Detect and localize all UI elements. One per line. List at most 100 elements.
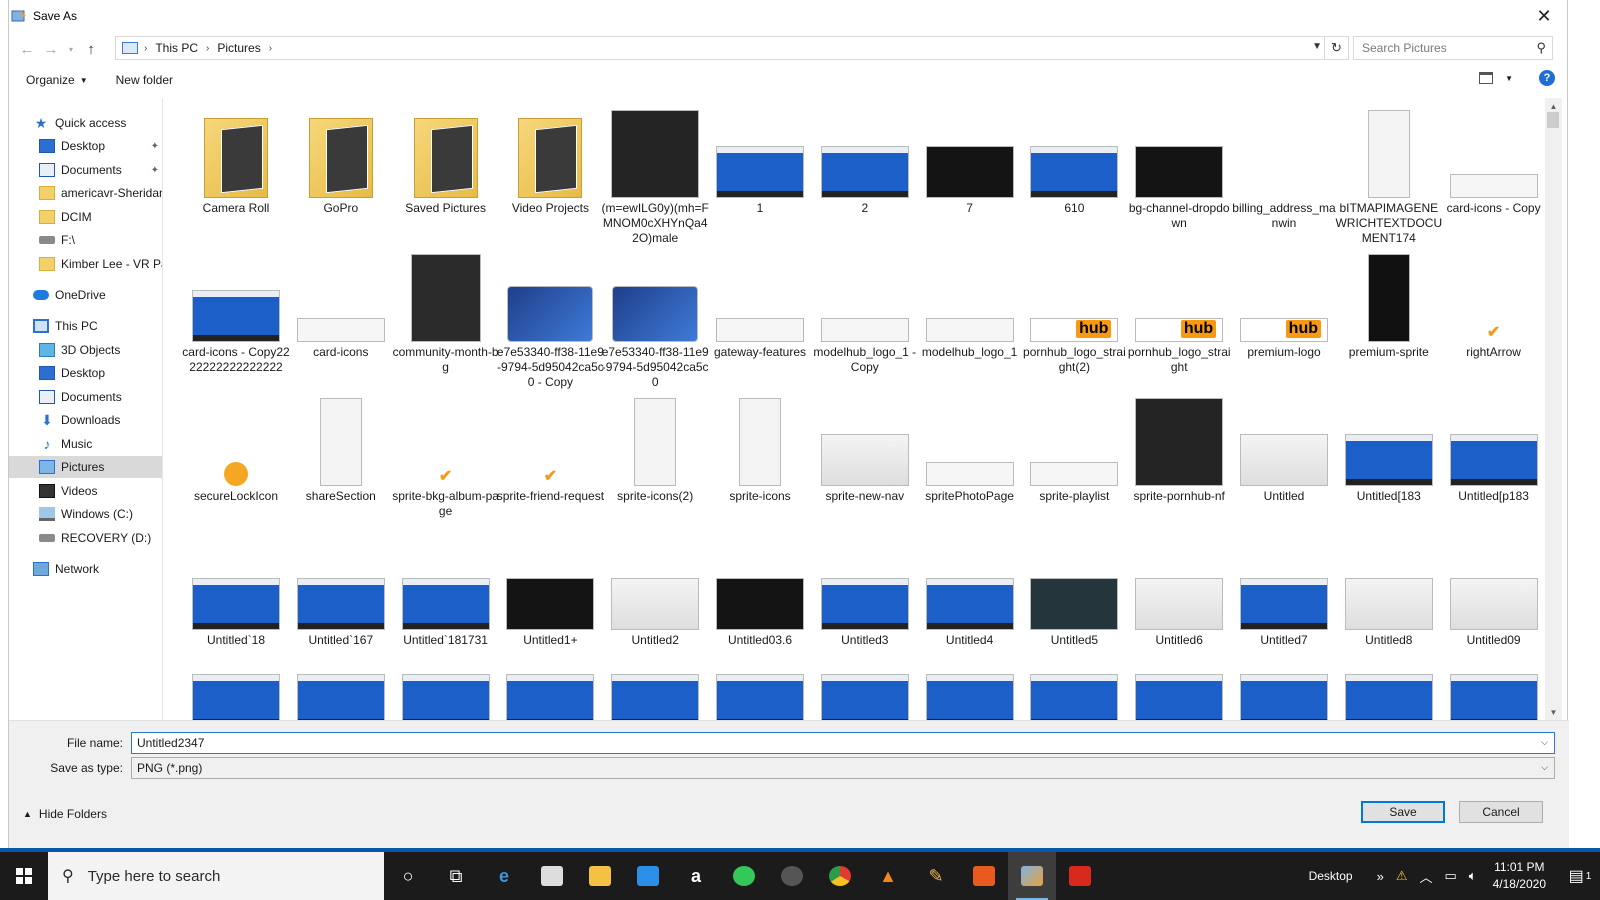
file-name-label: Untitled2 <box>631 633 679 647</box>
save-type-select[interactable]: PNG (*.png) ⌵ <box>131 757 1555 779</box>
back-arrow-icon[interactable]: ← <box>15 37 39 61</box>
store-icon[interactable] <box>528 852 576 900</box>
vlc-icon[interactable]: ▲ <box>864 852 912 900</box>
breadcrumb-separator-icon[interactable]: › <box>269 43 272 54</box>
folder-thumbnail <box>204 118 268 198</box>
scrollbar-thumb[interactable] <box>1547 112 1559 128</box>
breadcrumb-separator-icon[interactable]: › <box>144 43 147 54</box>
sidebar-item-recovery-d[interactable]: RECOVERY (D:) <box>9 527 162 549</box>
help-icon[interactable]: ? <box>1539 70 1555 86</box>
sidebar-item-this-pc[interactable]: This PC <box>9 315 162 337</box>
mail-icon[interactable] <box>624 852 672 900</box>
sidebar-item-documents-pinned[interactable]: Documents ✦ <box>9 159 162 181</box>
acrobat-icon[interactable] <box>1056 852 1104 900</box>
edge-icon[interactable]: e <box>480 852 528 900</box>
search-input[interactable]: Search Pictures ⚲ <box>1353 36 1553 60</box>
image-thumbnail[interactable] <box>296 674 385 720</box>
start-button[interactable] <box>0 852 48 900</box>
sidebar-item-network[interactable]: Network <box>9 558 162 580</box>
image-thumbnail[interactable] <box>192 674 280 720</box>
sidebar-item-windows-c[interactable]: Windows (C:) <box>9 503 162 525</box>
save-type-row: Save as type: PNG (*.png) ⌵ <box>9 757 1569 779</box>
file-name-label: Untitled6 <box>1155 633 1203 647</box>
view-options-chevron-icon[interactable]: ▼ <box>1505 74 1513 83</box>
paint-tool-icon[interactable]: ✎ <box>912 852 960 900</box>
up-arrow-icon[interactable]: ↑ <box>79 37 103 61</box>
cortana-icon[interactable]: ○ <box>384 852 432 900</box>
image-thumbnail[interactable] <box>1030 674 1119 720</box>
chevron-down-icon[interactable]: ⌵ <box>1541 762 1548 773</box>
sidebar-item-documents[interactable]: Documents <box>9 386 162 408</box>
refresh-icon[interactable]: ↻ <box>1324 37 1348 59</box>
scroll-down-icon[interactable]: ▼ <box>1545 704 1562 720</box>
notifications-icon[interactable]: ▤ 1 <box>1560 866 1600 886</box>
change-view-icon[interactable] <box>1479 72 1494 84</box>
tripadvisor-icon[interactable] <box>720 852 768 900</box>
image-thumbnail[interactable] <box>716 674 804 720</box>
image-thumbnail[interactable] <box>401 674 490 720</box>
image-thumbnail[interactable] <box>925 674 1014 720</box>
chevron-right-icon[interactable]: » <box>1377 869 1384 884</box>
file-explorer-icon[interactable] <box>576 852 624 900</box>
sidebar-item-kimber-lee[interactable]: Kimber Lee - VR Pac <box>9 253 162 275</box>
desktop-toolbar-label[interactable]: Desktop <box>1309 869 1353 883</box>
warning-icon[interactable]: ⚠ <box>1396 868 1408 884</box>
cancel-button[interactable]: Cancel <box>1459 801 1543 823</box>
amazon-icon[interactable]: a <box>672 852 720 900</box>
breadcrumb-this-pc[interactable]: This PC <box>155 41 198 55</box>
show-hidden-icons-chevron-icon[interactable]: ︿ <box>1419 867 1432 886</box>
star-icon: ★ <box>34 115 48 131</box>
chevron-down-icon[interactable]: ⌵ <box>1541 737 1548 748</box>
sidebar-item-3d-objects[interactable]: 3D Objects <box>9 339 162 361</box>
sidebar-item-downloads[interactable]: ⬇ Downloads <box>9 409 162 431</box>
thumbnail-area <box>920 246 1020 342</box>
sidebar-item-quick-access[interactable]: ★ Quick access <box>9 112 162 134</box>
app-icon <box>11 10 26 22</box>
taskbar-search-box[interactable]: ⚲ Type here to search <box>48 852 384 900</box>
sidebar-item-videos[interactable]: Videos <box>9 480 162 502</box>
file-name-label: Untitled`18 <box>206 633 266 647</box>
image-thumbnail[interactable] <box>1135 674 1224 720</box>
image-thumbnail[interactable] <box>820 674 909 720</box>
media-player-icon[interactable] <box>960 852 1008 900</box>
paint-app-icon[interactable] <box>1008 852 1056 900</box>
taskbar-apps: ○ ⧉ e a ▲ ✎ <box>384 852 1104 900</box>
file-name-field[interactable]: Untitled2347 ⌵ <box>131 732 1555 754</box>
clock[interactable]: 11:01 PM 4/18/2020 <box>1493 859 1546 893</box>
organize-button[interactable]: Organize ▼ <box>26 73 88 87</box>
task-view-icon[interactable]: ⧉ <box>432 852 480 900</box>
sidebar-item-music[interactable]: ♪ Music <box>9 433 162 455</box>
address-dropdown-icon[interactable]: ▼ <box>1312 41 1322 52</box>
search-icon: ⚲ <box>62 868 74 885</box>
address-bar[interactable]: › This PC › Pictures › ▼ ↻ <box>115 36 1349 60</box>
sidebar-item-onedrive[interactable]: OneDrive <box>9 284 162 306</box>
save-button[interactable]: Save <box>1361 801 1445 823</box>
sidebar-item-desktop-pinned[interactable]: Desktop ✦ <box>9 135 162 157</box>
sidebar-item-pictures[interactable]: Pictures <box>9 456 162 478</box>
forward-arrow-icon[interactable]: → <box>39 37 63 61</box>
chrome-icon[interactable] <box>816 852 864 900</box>
image-thumbnail[interactable] <box>611 674 700 720</box>
breadcrumb-separator-icon[interactable]: › <box>206 43 209 54</box>
vertical-scrollbar[interactable]: ▲ ▼ <box>1545 98 1562 720</box>
hide-folders-button[interactable]: ▲ Hide Folders <box>23 807 107 821</box>
image-thumbnail <box>401 578 490 630</box>
power-icon[interactable]: ▭ <box>1445 868 1457 884</box>
thumbnail-area <box>186 534 286 630</box>
image-thumbnail[interactable] <box>506 674 595 720</box>
search-placeholder: Search Pictures <box>1362 41 1447 55</box>
sidebar-item-f-drive[interactable]: F:\ <box>9 229 162 251</box>
image-thumbnail[interactable] <box>1449 674 1538 720</box>
sidebar-item-americavr-sheridan[interactable]: americavr-Sheridan <box>9 182 162 204</box>
image-thumbnail[interactable] <box>1240 674 1328 720</box>
recent-locations-chevron-icon[interactable]: ▾ <box>63 37 79 61</box>
sidebar-item-dcim[interactable]: DCIM <box>9 206 162 228</box>
breadcrumb-pictures[interactable]: Pictures <box>217 41 260 55</box>
sidebar-item-desktop[interactable]: Desktop <box>9 362 162 384</box>
close-icon[interactable]: ✕ <box>1521 0 1567 32</box>
volume-icon[interactable]: 🔈︎ <box>1469 868 1477 884</box>
image-thumbnail[interactable] <box>1344 674 1433 720</box>
new-folder-button[interactable]: New folder <box>116 73 173 87</box>
save-type-value: PNG (*.png) <box>137 761 203 775</box>
camera-app-icon[interactable] <box>768 852 816 900</box>
